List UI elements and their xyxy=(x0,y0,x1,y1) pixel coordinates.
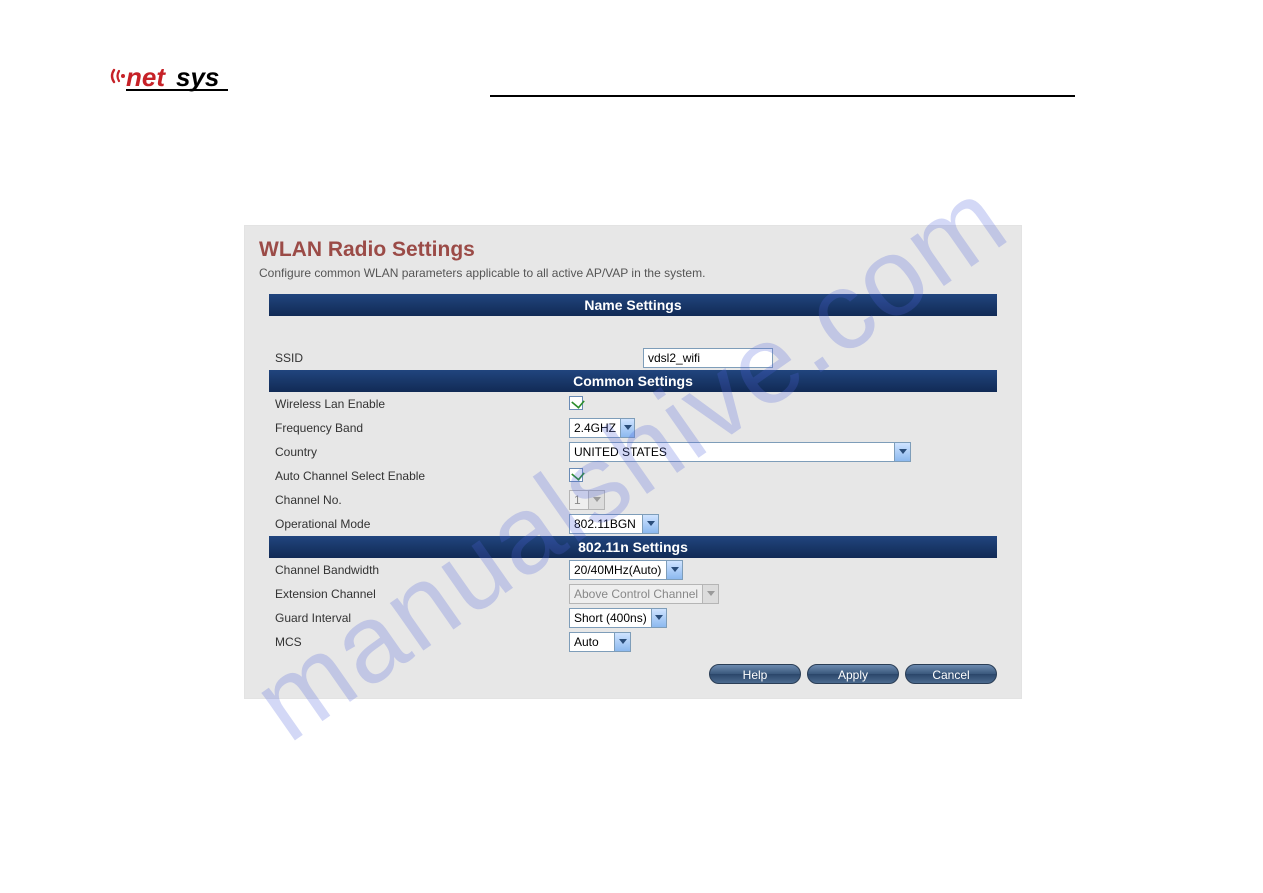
section-80211n-settings: 802.11n Settings xyxy=(269,536,997,558)
row-guard-interval: Guard Interval Short (400ns) xyxy=(245,606,1021,630)
select-guard-interval[interactable]: Short (400ns) xyxy=(569,608,667,628)
chevron-down-icon xyxy=(642,515,658,533)
svg-text:net: net xyxy=(126,62,166,92)
row-country: Country UNITED STATES xyxy=(245,440,1021,464)
label-country: Country xyxy=(275,445,569,459)
row-wireless-enable: Wireless Lan Enable xyxy=(245,392,1021,416)
select-frequency-band-value: 2.4GHZ xyxy=(574,421,620,435)
svg-text:sys: sys xyxy=(176,62,219,92)
row-ssid: SSID xyxy=(245,346,1021,370)
select-channel-bandwidth-value: 20/40MHz(Auto) xyxy=(574,563,665,577)
select-channel-bandwidth[interactable]: 20/40MHz(Auto) xyxy=(569,560,683,580)
chevron-down-icon xyxy=(894,443,910,461)
row-channel-no: Channel No. 1 xyxy=(245,488,1021,512)
label-ssid: SSID xyxy=(275,351,485,365)
select-channel-no-value: 1 xyxy=(574,493,585,507)
cancel-button[interactable]: Cancel xyxy=(905,664,997,684)
button-row: Help Apply Cancel xyxy=(245,654,1021,684)
select-operational-mode[interactable]: 802.11BGN xyxy=(569,514,659,534)
label-guard-interval: Guard Interval xyxy=(275,611,569,625)
label-wireless-enable: Wireless Lan Enable xyxy=(275,397,569,411)
row-frequency-band: Frequency Band 2.4GHZ xyxy=(245,416,1021,440)
row-auto-channel-select: Auto Channel Select Enable xyxy=(245,464,1021,488)
label-channel-no: Channel No. xyxy=(275,493,569,507)
section-name-settings: Name Settings xyxy=(269,294,997,316)
row-mcs: MCS Auto xyxy=(245,630,1021,654)
chevron-down-icon xyxy=(614,633,630,651)
row-channel-bandwidth: Channel Bandwidth 20/40MHz(Auto) xyxy=(245,558,1021,582)
label-channel-bandwidth: Channel Bandwidth xyxy=(275,563,569,577)
label-auto-channel-select: Auto Channel Select Enable xyxy=(275,469,569,483)
select-guard-interval-value: Short (400ns) xyxy=(574,611,651,625)
select-mcs[interactable]: Auto xyxy=(569,632,631,652)
settings-panel: WLAN Radio Settings Configure common WLA… xyxy=(244,225,1022,699)
apply-button[interactable]: Apply xyxy=(807,664,899,684)
chevron-down-icon xyxy=(620,419,634,437)
help-button[interactable]: Help xyxy=(709,664,801,684)
brand-logo: net sys xyxy=(110,62,232,96)
select-country-value: UNITED STATES xyxy=(574,445,671,459)
header-divider xyxy=(490,95,1075,97)
select-channel-no: 1 xyxy=(569,490,605,510)
label-mcs: MCS xyxy=(275,635,569,649)
select-frequency-band[interactable]: 2.4GHZ xyxy=(569,418,635,438)
select-extension-channel: Above Control Channel xyxy=(569,584,719,604)
page-description: Configure common WLAN parameters applica… xyxy=(245,266,1021,294)
section-common-settings: Common Settings xyxy=(269,370,997,392)
select-extension-channel-value: Above Control Channel xyxy=(574,587,702,601)
label-frequency-band: Frequency Band xyxy=(275,421,569,435)
checkbox-auto-channel-select[interactable] xyxy=(569,468,583,482)
label-extension-channel: Extension Channel xyxy=(275,587,569,601)
chevron-down-icon xyxy=(702,585,718,603)
checkbox-wireless-enable[interactable] xyxy=(569,396,583,410)
select-mcs-value: Auto xyxy=(574,635,603,649)
row-extension-channel: Extension Channel Above Control Channel xyxy=(245,582,1021,606)
select-operational-mode-value: 802.11BGN xyxy=(574,517,640,531)
chevron-down-icon xyxy=(588,491,604,509)
select-country[interactable]: UNITED STATES xyxy=(569,442,911,462)
label-operational-mode: Operational Mode xyxy=(275,517,569,531)
page-title: WLAN Radio Settings xyxy=(245,238,1021,266)
row-operational-mode: Operational Mode 802.11BGN xyxy=(245,512,1021,536)
chevron-down-icon xyxy=(666,561,682,579)
ssid-input[interactable] xyxy=(643,348,773,368)
chevron-down-icon xyxy=(651,609,666,627)
